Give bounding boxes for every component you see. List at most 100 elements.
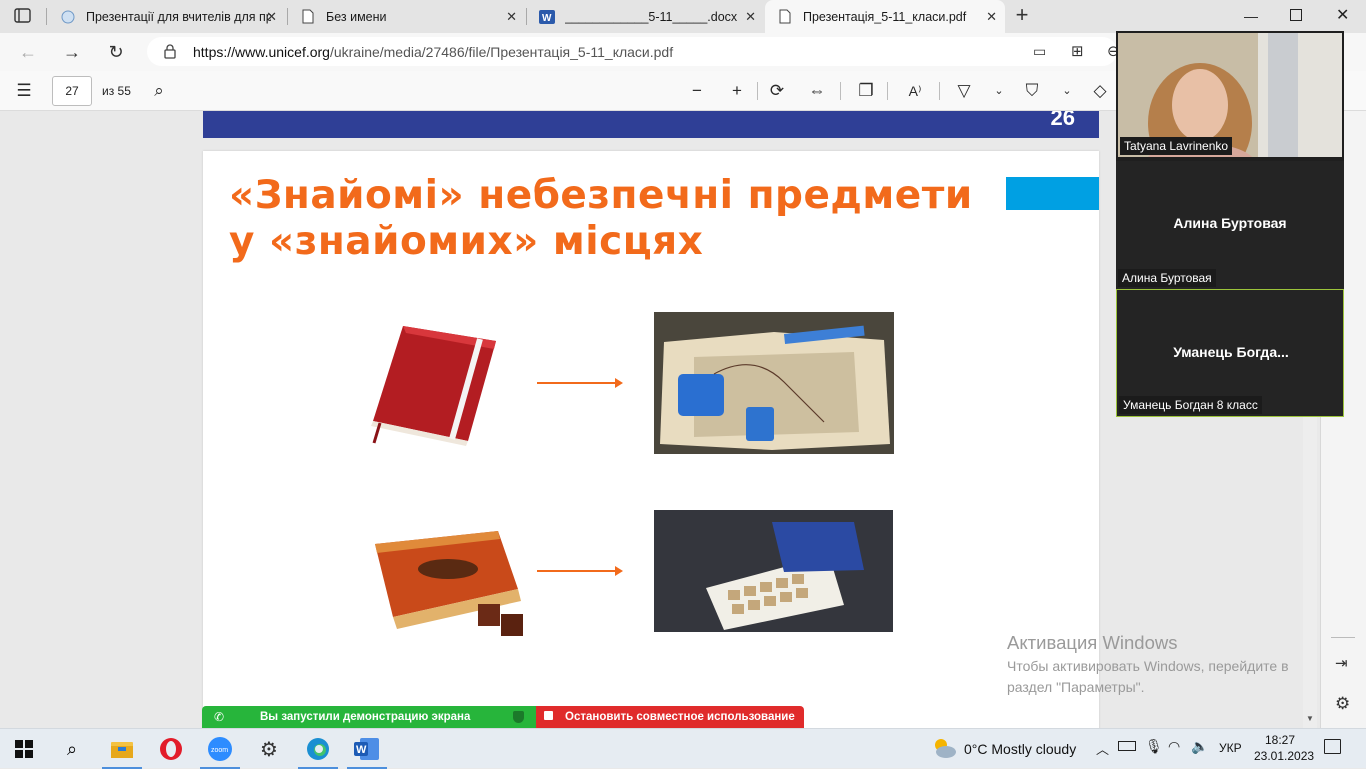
battery-icon[interactable]: [1118, 741, 1136, 751]
volume-icon[interactable]: 🔈: [1191, 738, 1208, 755]
participant-name-label: Tatyana Lavrinenko: [1120, 137, 1233, 155]
screen-share-bar: ✆ Вы запустили демонстрацию экрана Остан…: [202, 706, 804, 728]
restore-button[interactable]: [1290, 9, 1302, 21]
page-number-input[interactable]: 27: [52, 76, 92, 106]
lock-icon: [164, 44, 176, 59]
participant-name-label: Уманець Богдан 8 класс: [1119, 396, 1262, 414]
svg-text:zoom: zoom: [211, 747, 228, 754]
toolbar-separator: [939, 82, 940, 100]
settings-icon[interactable]: ⚙: [255, 735, 283, 763]
close-icon[interactable]: ✕: [266, 9, 277, 25]
eraser-icon[interactable]: ◇: [1089, 80, 1111, 102]
chevron-down-icon[interactable]: ⌄: [988, 80, 1010, 102]
fit-width-icon[interactable]: ⇔: [806, 80, 828, 102]
minimize-button[interactable]: —: [1244, 8, 1258, 24]
toolbar-separator: [887, 82, 888, 100]
arrow-2: [537, 566, 623, 576]
draw-icon[interactable]: ▽: [953, 80, 975, 102]
settings-icon[interactable]: ⚙: [1335, 694, 1350, 714]
participant-display-name: Алина Буртовая: [1173, 215, 1287, 231]
slide-title-line-1: «Знайомі» небезпечні предмети: [229, 173, 973, 218]
globe-icon: [60, 9, 76, 25]
stop-icon: [544, 711, 553, 720]
wifi-icon[interactable]: ◠: [1168, 738, 1180, 755]
tab-docx[interactable]: W ____________5-11_____.docx ✕: [527, 0, 764, 33]
notebook-image: [368, 321, 503, 446]
edge-icon[interactable]: [298, 735, 338, 769]
apps-icon[interactable]: ⊞: [1071, 42, 1084, 60]
microphone-icon[interactable]: 🎙: [1145, 738, 1163, 755]
previous-page-number: 26: [1050, 111, 1075, 130]
opera-icon[interactable]: [157, 735, 185, 763]
chevron-down-icon[interactable]: ⌄: [1056, 80, 1078, 102]
refresh-button[interactable]: ↻: [104, 41, 128, 63]
start-button[interactable]: [10, 735, 38, 763]
word-icon[interactable]: W: [347, 735, 387, 769]
chevron-up-icon[interactable]: ︿: [1096, 739, 1109, 758]
slide-title-line-2: у «знайомих» місцях: [229, 219, 704, 264]
highlight-icon[interactable]: ⛉: [1021, 80, 1043, 102]
search-icon[interactable]: ⌕: [58, 735, 86, 763]
back-button[interactable]: ←: [16, 41, 40, 63]
weather-icon[interactable]: [930, 735, 958, 766]
search-icon[interactable]: ⌕: [148, 80, 170, 102]
tab-pdf-active[interactable]: Презентація_5-11_класи.pdf ✕: [765, 0, 1005, 33]
document-icon: [777, 9, 793, 25]
activation-line-2: раздел "Параметры".: [1007, 679, 1145, 695]
clock-time: 18:27: [1264, 733, 1296, 747]
participant-tile-3[interactable]: Уманець Богда... Уманець Богдан 8 класс: [1116, 289, 1344, 417]
scroll-down-icon[interactable]: ▼: [1306, 714, 1314, 723]
tab-actions-icon[interactable]: [14, 8, 32, 24]
browser-tab-bar: Презентації для вчителів для пр ✕ Без им…: [0, 0, 1366, 33]
tab-presentations[interactable]: Презентації для вчителів для пр ✕: [48, 0, 285, 33]
close-window-button[interactable]: ✕: [1336, 5, 1349, 25]
tab-untitled[interactable]: Без имени ✕: [288, 0, 525, 33]
svg-text:W: W: [356, 744, 367, 756]
participant-name-label: Алина Буртовая: [1118, 269, 1216, 287]
zoom-out-icon[interactable]: −: [686, 80, 708, 102]
tab-label: ____________5-11_____.docx: [565, 9, 738, 24]
contents-icon[interactable]: ☰: [13, 80, 35, 102]
shield-icon: [513, 711, 524, 723]
sidebar-separator: [1331, 637, 1355, 638]
notifications-icon[interactable]: [1324, 739, 1341, 754]
activation-text: Чтобы активировать Windows, перейдите в …: [1007, 656, 1317, 698]
tab-label: Без имени: [326, 9, 387, 24]
weather-text[interactable]: 0°C Mostly cloudy: [964, 741, 1076, 757]
participant-tile-2[interactable]: Алина Буртовая Алина Буртовая: [1116, 161, 1344, 289]
close-icon[interactable]: ✕: [986, 9, 997, 25]
arrow-1: [537, 378, 623, 388]
share-status: ✆ Вы запустили демонстрацию экрана: [202, 706, 536, 728]
forward-button[interactable]: →: [60, 41, 84, 63]
windows-icon: [15, 740, 33, 758]
svg-text:W: W: [542, 13, 552, 24]
hide-sidebar-icon[interactable]: ⇥: [1335, 654, 1348, 672]
share-status-text: Вы запустили демонстрацию экрана: [260, 711, 471, 723]
pdf-page: «Знайомі» небезпечні предмети у «знайоми…: [203, 151, 1099, 728]
close-icon[interactable]: ✕: [506, 9, 517, 25]
clock-date: 23.01.2023: [1254, 749, 1315, 763]
new-tab-button[interactable]: +: [1011, 4, 1033, 26]
close-icon[interactable]: ✕: [745, 9, 756, 25]
activation-title: Активация Windows: [1007, 632, 1178, 653]
stop-share-button[interactable]: Остановить совместное использование: [536, 706, 804, 728]
zoom-icon[interactable]: zoom: [200, 735, 240, 769]
clock[interactable]: 18:27 23.01.2023: [1254, 732, 1315, 764]
accent-bar: [1006, 177, 1099, 210]
zoom-in-icon[interactable]: +: [726, 80, 748, 102]
page-view-icon[interactable]: ❐: [855, 80, 877, 102]
tab-separator: [46, 8, 47, 25]
language-indicator[interactable]: УКР: [1219, 741, 1242, 755]
url-field[interactable]: https://www.unicef.org/ukraine/media/274…: [147, 37, 1120, 66]
read-aloud-icon[interactable]: ▭: [1033, 43, 1046, 60]
activation-line-1: Чтобы активировать Windows, перейдите в: [1007, 658, 1289, 674]
file-explorer-icon[interactable]: [102, 735, 142, 769]
toolbar-separator: [840, 82, 841, 100]
tab-label: Презентації для вчителів для пр: [86, 9, 271, 24]
participant-display-name: Уманець Богда...: [1173, 344, 1289, 360]
rotate-icon[interactable]: ⟳: [766, 80, 788, 102]
slide-title: «Знайомі» небезпечні предмети у «знайоми…: [229, 173, 1009, 265]
participant-tile-1[interactable]: Tatyana Lavrinenko: [1116, 31, 1344, 187]
url-path: /ukraine/media/27486/file/Презентація_5-…: [329, 43, 674, 60]
read-aloud-pdf-icon[interactable]: A⁾: [904, 80, 926, 102]
